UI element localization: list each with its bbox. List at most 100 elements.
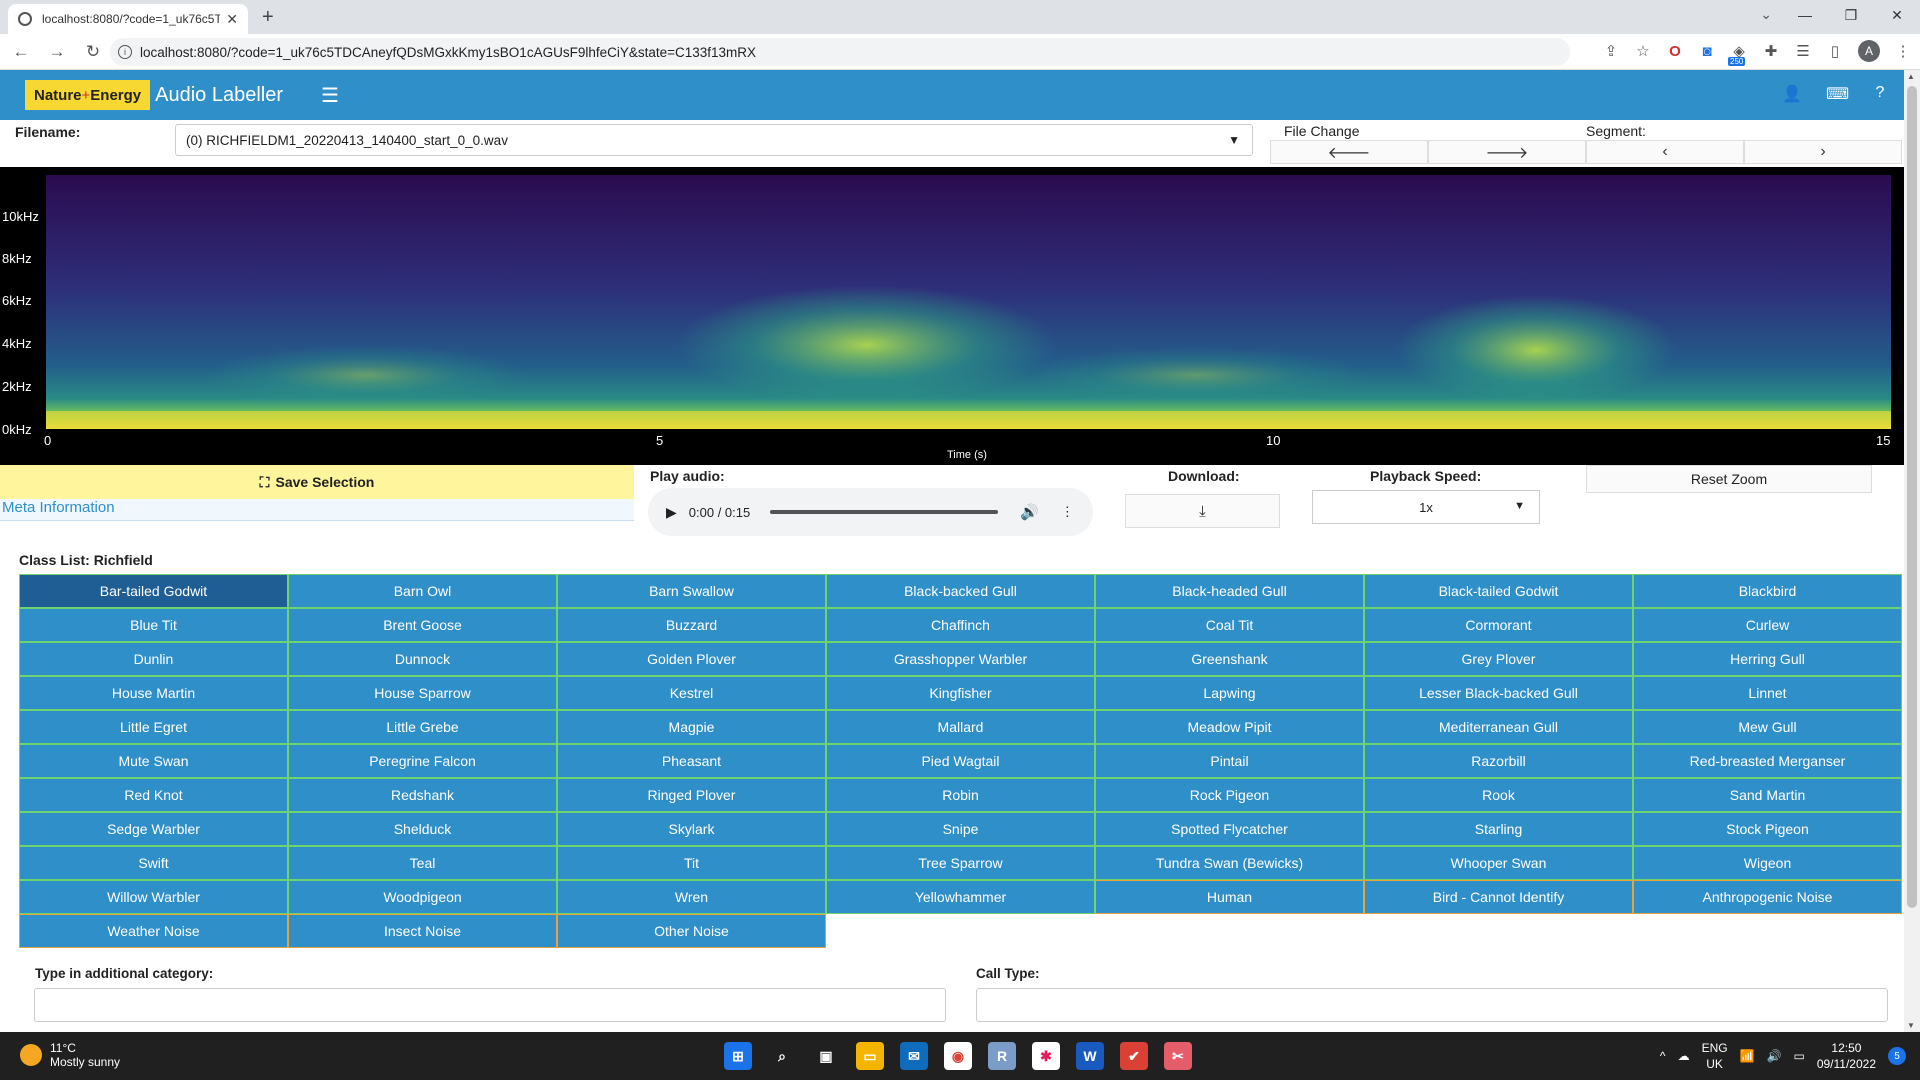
play-icon[interactable]: ▶: [666, 504, 677, 521]
class-button[interactable]: Yellowhammer: [826, 880, 1095, 914]
class-button[interactable]: House Sparrow: [288, 676, 557, 710]
class-button[interactable]: Rook: [1364, 778, 1633, 812]
class-button[interactable]: Anthropogenic Noise: [1633, 880, 1902, 914]
download-button[interactable]: ⤓: [1125, 494, 1280, 528]
minimize-icon[interactable]: —: [1782, 0, 1828, 30]
class-button[interactable]: Sedge Warbler: [19, 812, 288, 846]
audio-progress-slider[interactable]: [770, 510, 999, 514]
screen-capture-extension-icon[interactable]: ◙: [1698, 43, 1716, 60]
save-selection-button[interactable]: ⛶ Save Selection: [0, 465, 634, 499]
volume-tray-icon[interactable]: 🔊: [1767, 1049, 1782, 1063]
rss-extension-icon[interactable]: ◈ 250: [1728, 42, 1748, 66]
scroll-down-icon[interactable]: ▼: [1907, 1021, 1915, 1030]
class-button[interactable]: Black-tailed Godwit: [1364, 574, 1633, 608]
class-button[interactable]: Blue Tit: [19, 608, 288, 642]
class-button[interactable]: Tree Sparrow: [826, 846, 1095, 880]
class-button[interactable]: Magpie: [557, 710, 826, 744]
class-button[interactable]: Little Grebe: [288, 710, 557, 744]
info-icon[interactable]: i: [118, 45, 132, 59]
playback-speed-select[interactable]: 1x ▼: [1312, 490, 1540, 524]
class-button[interactable]: Spotted Flycatcher: [1095, 812, 1364, 846]
keyboard-icon[interactable]: ⌨: [1826, 84, 1849, 104]
outlook-icon[interactable]: ✉: [900, 1042, 928, 1070]
new-tab-button[interactable]: +: [262, 6, 274, 29]
meta-information-toggle[interactable]: Meta Information: [0, 499, 634, 521]
opera-extension-icon[interactable]: O: [1666, 43, 1684, 60]
class-button[interactable]: Golden Plover: [557, 642, 826, 676]
notification-badge[interactable]: 5: [1888, 1047, 1906, 1065]
browser-menu-icon[interactable]: ⋮: [1894, 42, 1912, 60]
onedrive-icon[interactable]: ☁: [1678, 1049, 1690, 1063]
class-button[interactable]: Peregrine Falcon: [288, 744, 557, 778]
class-button[interactable]: Little Egret: [19, 710, 288, 744]
class-button[interactable]: Barn Swallow: [557, 574, 826, 608]
extensions-puzzle-icon[interactable]: ✚: [1762, 42, 1780, 60]
r-app-icon[interactable]: R: [988, 1042, 1016, 1070]
class-button[interactable]: Dunlin: [19, 642, 288, 676]
class-button[interactable]: Curlew: [1633, 608, 1902, 642]
class-button[interactable]: Buzzard: [557, 608, 826, 642]
class-button[interactable]: Coal Tit: [1095, 608, 1364, 642]
class-button[interactable]: Lapwing: [1095, 676, 1364, 710]
hamburger-menu-icon[interactable]: ☰: [321, 83, 339, 108]
class-button[interactable]: Pied Wagtail: [826, 744, 1095, 778]
class-button[interactable]: House Martin: [19, 676, 288, 710]
class-button[interactable]: Woodpigeon: [288, 880, 557, 914]
class-button[interactable]: Blackbird: [1633, 574, 1902, 608]
class-button[interactable]: Redshank: [288, 778, 557, 812]
slack-icon[interactable]: ✱: [1032, 1042, 1060, 1070]
call-type-input[interactable]: [976, 988, 1888, 1022]
tab-search-icon[interactable]: ⌄: [1760, 6, 1772, 23]
class-button[interactable]: Black-headed Gull: [1095, 574, 1364, 608]
close-tab-icon[interactable]: ✕: [226, 11, 238, 28]
class-button[interactable]: Meadow Pipit: [1095, 710, 1364, 744]
class-button[interactable]: Red-breasted Merganser: [1633, 744, 1902, 778]
class-button[interactable]: Weather Noise: [19, 914, 288, 948]
share-icon[interactable]: ⇪: [1602, 42, 1620, 60]
address-bar[interactable]: i localhost:8080/?code=1_uk76c5TDCAneyfQ…: [110, 38, 1570, 66]
class-button[interactable]: Mediterranean Gull: [1364, 710, 1633, 744]
class-button[interactable]: Sand Martin: [1633, 778, 1902, 812]
back-icon[interactable]: ←: [6, 42, 36, 62]
class-button[interactable]: Grasshopper Warbler: [826, 642, 1095, 676]
user-icon[interactable]: 👤: [1782, 84, 1802, 104]
additional-category-input[interactable]: [34, 988, 946, 1022]
class-button[interactable]: Razorbill: [1364, 744, 1633, 778]
spectrogram-panel[interactable]: 10kHz 8kHz 6kHz 4kHz 2kHz 0kHz 0 5 10 15…: [0, 167, 1904, 465]
help-icon[interactable]: ?: [1870, 84, 1890, 104]
todoist-icon[interactable]: ✔: [1120, 1042, 1148, 1070]
class-button[interactable]: Red Knot: [19, 778, 288, 812]
reset-zoom-button[interactable]: Reset Zoom: [1586, 465, 1872, 493]
reload-icon[interactable]: ↻: [78, 42, 108, 62]
class-button[interactable]: Brent Goose: [288, 608, 557, 642]
spectrogram-image[interactable]: [46, 175, 1891, 429]
volume-icon[interactable]: 🔊: [1020, 503, 1039, 521]
class-button[interactable]: Linnet: [1633, 676, 1902, 710]
snipping-tool-icon[interactable]: ✂: [1164, 1042, 1192, 1070]
class-button[interactable]: Black-backed Gull: [826, 574, 1095, 608]
prev-segment-button[interactable]: ‹: [1586, 140, 1744, 164]
profile-avatar[interactable]: A: [1858, 40, 1880, 62]
class-button[interactable]: Tundra Swan (Bewicks): [1095, 846, 1364, 880]
class-button[interactable]: Stock Pigeon: [1633, 812, 1902, 846]
next-segment-button[interactable]: ›: [1744, 140, 1902, 164]
side-panel-icon[interactable]: ▯: [1826, 42, 1844, 60]
chrome-icon[interactable]: ◉: [944, 1042, 972, 1070]
close-window-icon[interactable]: ✕: [1874, 0, 1920, 30]
class-button[interactable]: Starling: [1364, 812, 1633, 846]
class-button[interactable]: Human: [1095, 880, 1364, 914]
bookmark-star-icon[interactable]: ☆: [1634, 42, 1652, 60]
task-view-icon[interactable]: ▣: [812, 1042, 840, 1070]
audio-more-icon[interactable]: ⋮: [1061, 504, 1074, 520]
class-button[interactable]: Barn Owl: [288, 574, 557, 608]
class-button[interactable]: Rock Pigeon: [1095, 778, 1364, 812]
class-button[interactable]: Pintail: [1095, 744, 1364, 778]
class-button[interactable]: Herring Gull: [1633, 642, 1902, 676]
language-indicator[interactable]: ENG UK: [1702, 1040, 1728, 1072]
windows-start-icon[interactable]: ⊞: [724, 1042, 752, 1070]
class-button[interactable]: Bar-tailed Godwit: [19, 574, 288, 608]
class-button[interactable]: Dunnock: [288, 642, 557, 676]
class-button[interactable]: Wigeon: [1633, 846, 1902, 880]
forward-icon[interactable]: →: [42, 42, 72, 62]
prev-file-button[interactable]: 🡐: [1270, 140, 1428, 164]
